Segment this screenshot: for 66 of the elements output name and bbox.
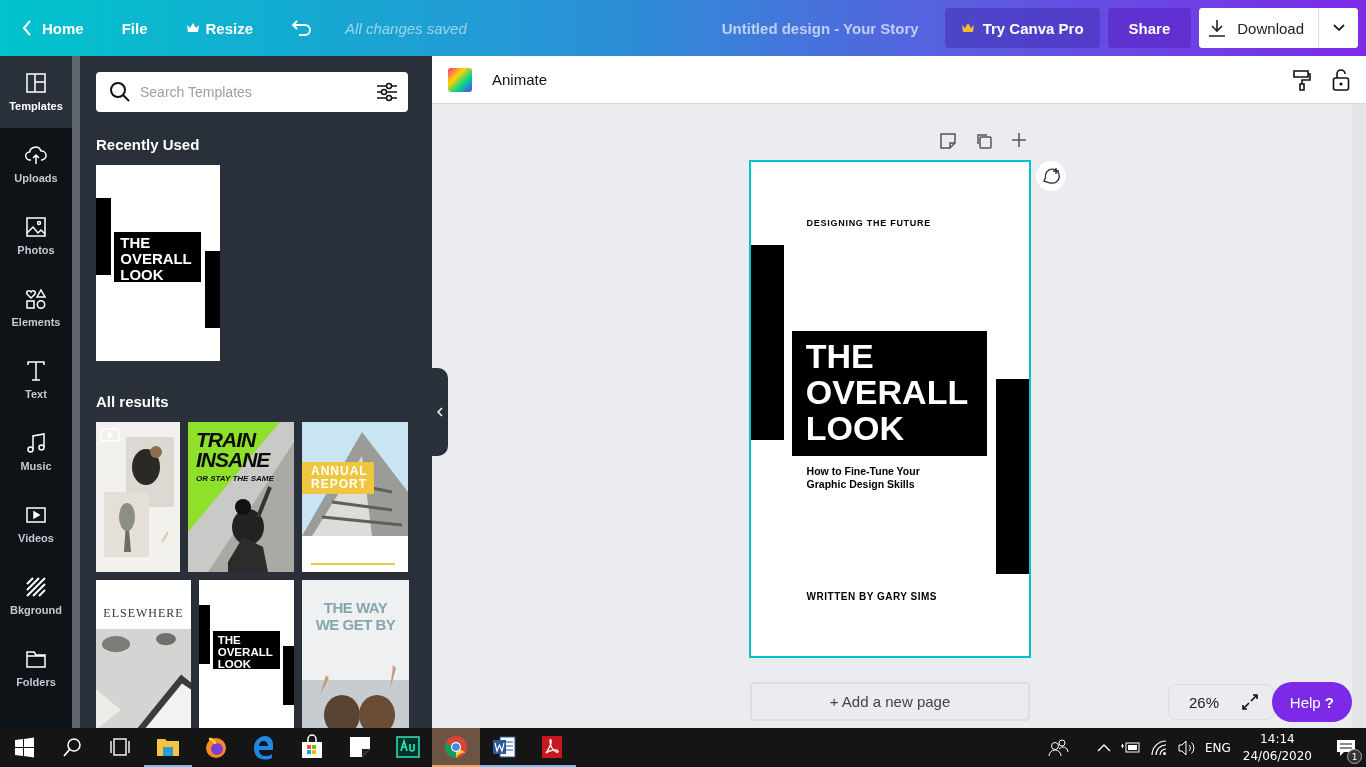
design-title: THE OVERALL LOOK: [792, 330, 987, 456]
crown-icon: [960, 22, 975, 34]
filter-icon[interactable]: [376, 82, 398, 102]
scrollbar[interactable]: [72, 56, 80, 728]
caret-icon: [1332, 24, 1345, 32]
share-button[interactable]: Share: [1107, 8, 1192, 48]
section-heading: All results: [96, 393, 170, 410]
battery-icon[interactable]: [1120, 741, 1141, 754]
add-comment-icon[interactable]: [1035, 160, 1067, 192]
language-indicator[interactable]: ENG: [1204, 740, 1231, 755]
zoom-level: 26%: [1188, 693, 1219, 711]
people-icon[interactable]: [1046, 737, 1069, 758]
templates-icon: [25, 72, 47, 94]
design-title: THE OVERALL LOOK: [114, 232, 202, 282]
clock-date[interactable]: 24/06/2020: [1242, 749, 1312, 763]
music-icon: [25, 432, 47, 454]
folders-icon: [25, 648, 47, 670]
design-text: DESIGNING THE FUTURE: [806, 218, 931, 229]
elements-icon: [25, 288, 47, 310]
note-icon[interactable]: [939, 132, 957, 150]
template-subtitle: OR STAY THE SAME: [196, 474, 274, 483]
collapse-handle[interactable]: [432, 368, 448, 456]
section-heading: Recently Used: [96, 136, 201, 153]
wifi-icon[interactable]: [1150, 739, 1167, 756]
lock-icon[interactable]: [1332, 68, 1350, 91]
design-subtitle: How to Fine-Tune Your Graphic Design Skills: [806, 465, 920, 492]
paint-roller-icon[interactable]: [1292, 68, 1312, 91]
accent-bar: [199, 605, 211, 665]
chrome-icon[interactable]: [432, 728, 480, 767]
uploads-icon: [25, 144, 47, 166]
chevron-left-icon: [22, 20, 32, 36]
undo-icon[interactable]: [291, 19, 314, 37]
download-icon: [1207, 18, 1228, 38]
template-thumbnail[interactable]: ELSEWHERE: [96, 580, 191, 728]
sidebar-tab[interactable]: Templates: [0, 56, 72, 128]
search-field[interactable]: Search Templates: [96, 72, 408, 112]
scrollbar[interactable]: [1352, 104, 1366, 728]
animate-icon[interactable]: [448, 67, 472, 92]
download-button[interactable]: Download: [1199, 8, 1319, 48]
photos-icon: [25, 216, 47, 238]
design-text: WRITTEN BY GARY SIMS: [806, 590, 937, 602]
template-title: THE WAY WE GET BY: [314, 600, 397, 633]
expand-icon[interactable]: [1241, 693, 1259, 711]
caret-up-icon[interactable]: [1096, 742, 1111, 753]
template-title: ELSEWHERE: [102, 606, 185, 621]
videos-icon: [25, 504, 47, 526]
help-button[interactable]: Help ?: [1271, 682, 1352, 722]
zoom-control[interactable]: 26%: [1167, 684, 1274, 720]
design-title: THE OVERALL LOOK: [213, 631, 280, 670]
text-icon: [25, 360, 47, 382]
add-page-button[interactable]: + Add a new page: [750, 682, 1030, 721]
background-icon: [25, 576, 47, 598]
chevron-left-icon: [437, 407, 443, 417]
volume-icon[interactable]: [1176, 739, 1195, 756]
search-icon: [109, 81, 131, 103]
accent-bar: [282, 645, 294, 706]
copy-icon[interactable]: [975, 132, 993, 150]
try-pro-button[interactable]: Try Canva Pro: [944, 8, 1100, 48]
animate-button[interactable]: Animate: [492, 71, 548, 88]
save-status: All changes saved: [345, 19, 467, 37]
page-frame[interactable]: DESIGNING THE FUTURE THE OVERALL LOOK How to Fine-Tune Your Graphic Design Skills WRITTEN BY GARY SIMS: [749, 160, 1031, 658]
crown-icon: [185, 22, 200, 34]
template-title: ANNUAL REPORT: [302, 462, 374, 495]
clock-time[interactable]: 14:14: [1260, 732, 1295, 746]
notification-count: 1: [1347, 749, 1362, 764]
plus-icon[interactable]: [1011, 132, 1027, 148]
